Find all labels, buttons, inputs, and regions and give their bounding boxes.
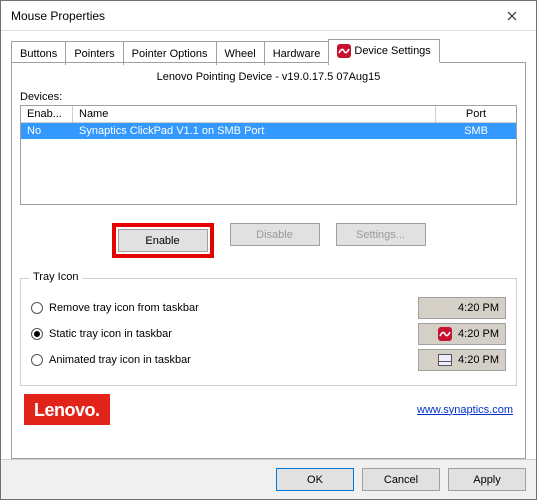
ok-button[interactable]: OK [276,468,354,491]
synaptics-icon [337,44,351,58]
enable-highlight: Enable [112,223,214,258]
synaptics-link[interactable]: www.synaptics.com [417,404,513,416]
clock-time: 4:20 PM [458,354,499,366]
clock-time: 4:20 PM [458,328,499,340]
tray-option-remove[interactable]: Remove tray icon from taskbar 4:20 PM [31,297,506,319]
cell-name: Synaptics ClickPad V1.1 on SMB Port [73,123,436,139]
synaptics-icon [438,327,452,341]
table-row[interactable]: No Synaptics ClickPad V1.1 on SMB Port S… [21,123,516,139]
devices-label: Devices: [20,91,517,103]
radio-remove[interactable] [31,302,43,314]
device-driver-title: Lenovo Pointing Device - v19.0.17.5 07Au… [20,71,517,83]
devices-grid[interactable]: Enab... Name Port No Synaptics ClickPad … [20,105,517,205]
tray-option-label: Static tray icon in taskbar [49,328,418,340]
tray-option-animated[interactable]: Animated tray icon in taskbar 4:20 PM [31,349,506,371]
panel-footer: Lenovo. www.synaptics.com [20,394,517,425]
titlebar: Mouse Properties [1,1,536,31]
device-settings-panel: Lenovo Pointing Device - v19.0.17.5 07Au… [11,63,526,459]
tab-strip: Buttons Pointers Pointer Options Wheel H… [11,39,526,63]
radio-animated[interactable] [31,354,43,366]
tray-option-label: Animated tray icon in taskbar [49,354,418,366]
tray-preview-static: 4:20 PM [418,323,506,345]
close-icon [507,11,517,21]
mouse-properties-window: Mouse Properties Buttons Pointers Pointe… [0,0,537,500]
tray-option-static[interactable]: Static tray icon in taskbar 4:20 PM [31,323,506,345]
tab-device-settings[interactable]: Device Settings [328,39,439,63]
col-name[interactable]: Name [73,106,436,123]
tray-icon-group-title: Tray Icon [29,271,82,283]
tray-preview-none: 4:20 PM [418,297,506,319]
radio-static[interactable] [31,328,43,340]
window-title: Mouse Properties [11,9,489,23]
cancel-button[interactable]: Cancel [362,468,440,491]
disable-button[interactable]: Disable [230,223,320,246]
tray-option-label: Remove tray icon from taskbar [49,302,418,314]
apply-button[interactable]: Apply [448,468,526,491]
tray-icon-group: Tray Icon Remove tray icon from taskbar … [20,278,517,386]
lenovo-logo: Lenovo. [24,394,110,425]
enable-button[interactable]: Enable [118,229,208,252]
dialog-button-bar: OK Cancel Apply [1,459,536,499]
settings-button[interactable]: Settings... [336,223,426,246]
col-enabled[interactable]: Enab... [21,106,73,123]
device-buttons-row: Enable Disable Settings... [20,223,517,258]
tray-preview-animated: 4:20 PM [418,349,506,371]
col-port[interactable]: Port [436,106,516,123]
clock-time: 4:20 PM [458,302,499,314]
cell-port: SMB [436,123,516,139]
close-button[interactable] [489,2,534,30]
grid-header: Enab... Name Port [21,106,516,123]
touchpad-icon [438,354,452,366]
cell-enabled: No [21,123,73,139]
